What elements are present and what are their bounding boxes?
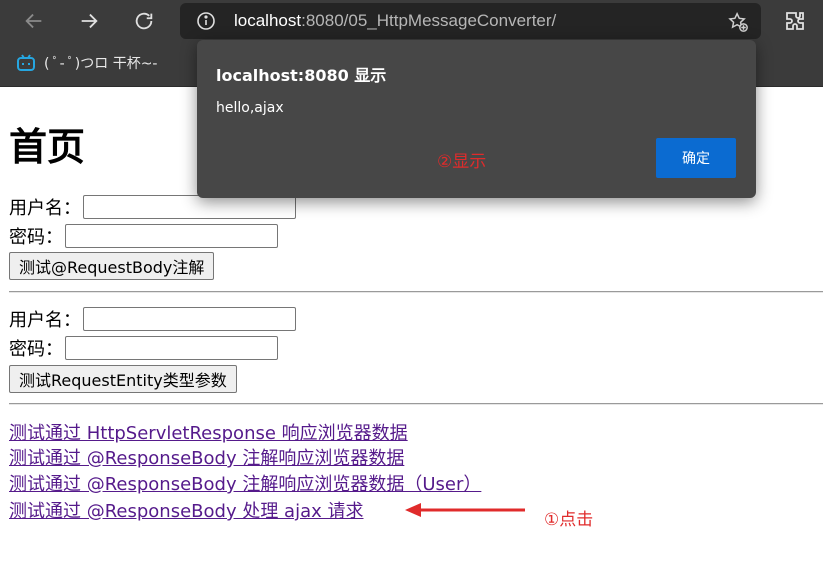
- site-info-icon[interactable]: [196, 11, 216, 31]
- forward-button[interactable]: [74, 6, 104, 36]
- link-responsebody[interactable]: 测试通过 @ResponseBody 注解响应浏览器数据: [9, 444, 404, 470]
- extensions-icon[interactable]: [783, 9, 807, 33]
- form1-password-row: 密码：: [9, 223, 278, 249]
- form2-username-label: 用户名：: [9, 310, 81, 331]
- form2-username-input[interactable]: [83, 307, 296, 331]
- divider: [9, 291, 823, 293]
- request-entity-submit-button[interactable]: 测试RequestEntity类型参数: [9, 365, 237, 393]
- address-bar[interactable]: localhost:8080/05_HttpMessageConverter/: [180, 3, 761, 39]
- back-button[interactable]: [19, 6, 49, 36]
- reload-button[interactable]: [129, 6, 159, 36]
- form2-username-row: 用户名：: [9, 306, 296, 332]
- page-title: 首页: [9, 125, 86, 169]
- annotation-arrow-icon: [405, 503, 525, 517]
- form2-password-input[interactable]: [65, 336, 278, 360]
- ok-button[interactable]: 确定: [656, 138, 736, 178]
- bilibili-icon: [17, 54, 35, 71]
- link-responsebody-user[interactable]: 测试通过 @ResponseBody 注解响应浏览器数据（User）: [9, 470, 481, 496]
- divider: [9, 403, 823, 405]
- click-annotation: ①点击: [544, 510, 594, 530]
- request-body-submit-button[interactable]: 测试@RequestBody注解: [9, 252, 215, 280]
- back-arrow-icon: [25, 13, 42, 29]
- url-host: localhost: [234, 11, 302, 30]
- display-annotation: ②显示: [437, 152, 487, 172]
- browser-toolbar: localhost:8080/05_HttpMessageConverter/: [0, 0, 823, 42]
- link-responsebody-ajax[interactable]: 测试通过 @ResponseBody 处理 ajax 请求: [9, 497, 364, 523]
- form1-password-label: 密码：: [9, 227, 63, 248]
- forward-arrow-icon: [81, 13, 98, 29]
- url-text[interactable]: localhost:8080/05_HttpMessageConverter/: [234, 11, 556, 31]
- alert-dialog: localhost:8080 显示 hello,ajax ②显示 确定: [197, 40, 756, 198]
- form1-password-input[interactable]: [65, 224, 278, 248]
- reload-icon: [135, 12, 153, 30]
- form1-username-input[interactable]: [83, 195, 296, 219]
- link-servlet-response[interactable]: 测试通过 HttpServletResponse 响应浏览器数据: [9, 419, 408, 445]
- add-favorite-icon[interactable]: [727, 11, 749, 33]
- form2-password-label: 密码：: [9, 339, 63, 360]
- dialog-message: hello,ajax: [216, 100, 284, 116]
- bookmark-label: ( ﾟ- ﾟ)つロ 干杯~-: [44, 56, 158, 72]
- url-path: :8080/05_HttpMessageConverter/: [301, 11, 557, 30]
- form2-password-row: 密码：: [9, 335, 278, 361]
- bookmark-item[interactable]: ( ﾟ- ﾟ)つロ 干杯~-: [16, 53, 157, 73]
- form1-username-label: 用户名：: [9, 198, 81, 219]
- dialog-title: localhost:8080 显示: [216, 66, 387, 85]
